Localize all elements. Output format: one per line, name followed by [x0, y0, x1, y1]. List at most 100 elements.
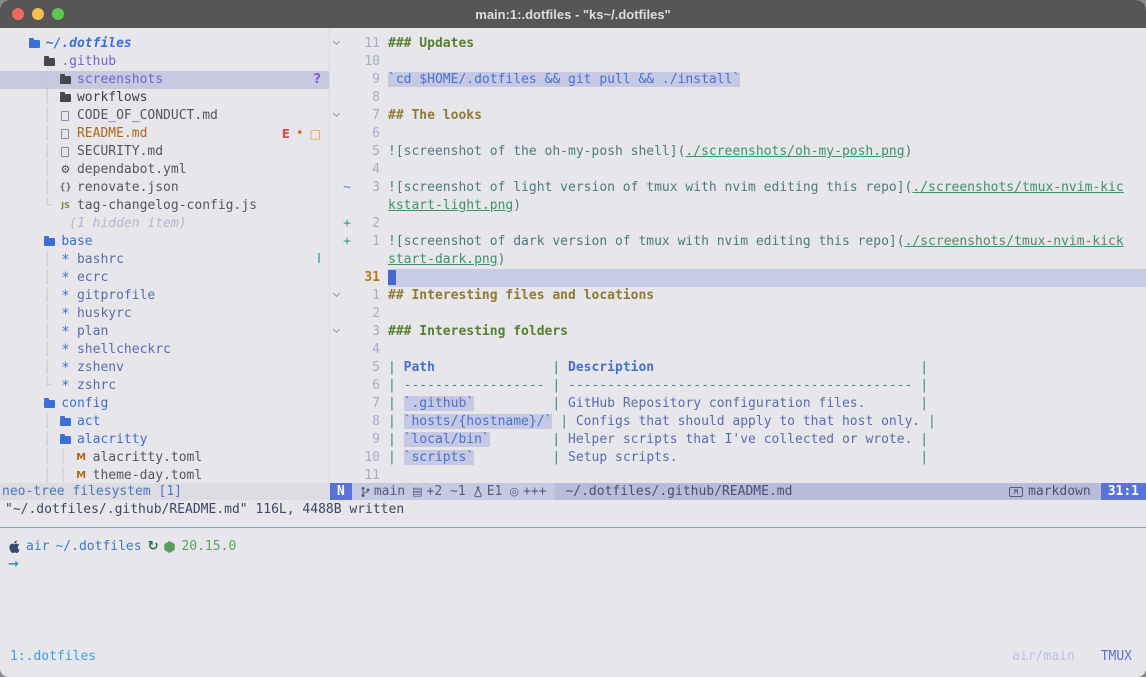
tree-item[interactable]: └ *zshrc — [0, 377, 329, 395]
nvim-panes: ~/.dotfiles .github │ screenshots? │ wor… — [0, 28, 1146, 483]
neo-tree-panel[interactable]: ~/.dotfiles .github │ screenshots? │ wor… — [0, 28, 330, 483]
line-number: 6 — [352, 125, 380, 143]
editor-line[interactable]: 11### Updates — [330, 35, 1146, 53]
target-icon: ◎ — [509, 485, 519, 498]
tree-item[interactable]: │ workflows — [0, 89, 329, 107]
editor-line[interactable]: +1![screenshot of dark version of tmux w… — [330, 233, 1146, 251]
tree-item[interactable]: │ *zshenv — [0, 359, 329, 377]
tree-item[interactable]: │ │ Malacritty.toml — [0, 449, 329, 467]
tree-item[interactable]: .github — [0, 53, 329, 71]
tmux-right-section: air/main TMUX — [1012, 649, 1132, 664]
folder-icon — [43, 400, 56, 408]
editor-line[interactable]: 3### Interesting folders — [330, 323, 1146, 341]
diff-sign — [342, 395, 352, 413]
markdown-icon: M — [1009, 487, 1023, 497]
indent-guide — [0, 215, 51, 233]
folder-icon — [43, 238, 56, 246]
indent-guide: │ — [0, 269, 59, 287]
line-number: 31 — [352, 269, 380, 287]
indent-guide: │ — [0, 89, 59, 107]
tmux-window-item[interactable]: 1:.dotfiles — [10, 649, 96, 664]
tree-item[interactable]: │ *gitprofile — [0, 287, 329, 305]
editor-line[interactable]: 31 — [330, 269, 1146, 287]
fold-column — [330, 53, 342, 71]
tree-item[interactable]: │ README.mdE•□ — [0, 125, 329, 143]
editor-line[interactable]: 1## Interesting files and locations — [330, 287, 1146, 305]
file-icon — [59, 129, 72, 139]
editor-line[interactable]: 8| `hosts/{hostname}/` | Configs that sh… — [330, 413, 1146, 431]
editor-line[interactable]: 10 — [330, 53, 1146, 71]
editor-pane[interactable]: 11### Updates109`cd $HOME/.dotfiles && g… — [330, 28, 1146, 483]
tree-item[interactable]: │ screenshots? — [0, 71, 329, 89]
line-text: | `.github` | GitHub Repository configur… — [388, 395, 1146, 413]
tree-item[interactable]: │ *ecrc — [0, 269, 329, 287]
tree-item[interactable]: └ JStag-changelog-config.js — [0, 197, 329, 215]
tree-item[interactable]: │ *shellcheckrc — [0, 341, 329, 359]
minimize-button[interactable] — [32, 8, 44, 20]
diff-sign — [342, 251, 352, 269]
tree-item[interactable]: │ SECURITY.md — [0, 143, 329, 161]
git-diff: ▤+2 ~1 — [412, 484, 466, 499]
diff-sign — [342, 125, 352, 143]
editor-line[interactable]: 4 — [330, 341, 1146, 359]
tree-item-badges: E•□ — [282, 125, 329, 143]
editor-line[interactable]: 4 — [330, 161, 1146, 179]
line-number — [352, 197, 380, 215]
toml-icon: M — [75, 467, 88, 483]
editor-line[interactable]: 9`cd $HOME/.dotfiles && git pull && ./in… — [330, 71, 1146, 89]
badge: ? — [313, 71, 321, 89]
line-number: 10 — [352, 449, 380, 467]
asterisk-icon: * — [59, 287, 72, 305]
indent-guide: │ — [0, 359, 59, 377]
tree-item[interactable]: │ *plan — [0, 323, 329, 341]
editor-line[interactable]: 11 — [330, 467, 1146, 483]
line-number: 1 — [352, 287, 380, 305]
tree-item[interactable]: │ act — [0, 413, 329, 431]
editor-line[interactable]: kstart-light.png) — [330, 197, 1146, 215]
zoom-button[interactable] — [52, 8, 64, 20]
diff-sign: ~ — [342, 179, 352, 197]
terminal-window: main:1:.dotfiles - "ks~/.dotfiles" ~/.do… — [0, 0, 1146, 677]
line-text: ## The looks — [388, 107, 1146, 125]
indent-guide: │ — [0, 161, 59, 179]
tree-item-label: renovate.json — [77, 179, 179, 197]
diff-sign — [342, 35, 352, 53]
tree-item[interactable]: base — [0, 233, 329, 251]
fold-column — [330, 89, 342, 107]
tree-item[interactable]: │ │ Mtheme-day.toml — [0, 467, 329, 483]
close-button[interactable] — [12, 8, 24, 20]
editor-line[interactable]: 9| `local/bin` | Helper scripts that I'v… — [330, 431, 1146, 449]
tree-item-label: theme-day.toml — [93, 467, 203, 483]
editor-line[interactable]: ~3![screenshot of light version of tmux … — [330, 179, 1146, 197]
shell-pane[interactable]: air ~/.dotfiles ↻ 20.15.0 → — [0, 527, 1146, 647]
editor-line[interactable]: start-dark.png) — [330, 251, 1146, 269]
tree-item-label: README.md — [77, 125, 147, 143]
tree-item[interactable]: │ alacritty — [0, 431, 329, 449]
editor-line[interactable]: 10| `scripts` | Setup scripts. | — [330, 449, 1146, 467]
tree-item[interactable]: │ *huskyrc — [0, 305, 329, 323]
prompt-arrow-icon: → — [8, 556, 19, 574]
indent-guide: │ — [0, 323, 59, 341]
editor-line[interactable]: +2 — [330, 215, 1146, 233]
editor-line[interactable]: 5![screenshot of the oh-my-posh shell](.… — [330, 143, 1146, 161]
editor-line[interactable]: 6 — [330, 125, 1146, 143]
tree-item[interactable]: │ {}renovate.json — [0, 179, 329, 197]
tree-item[interactable]: │ *bashrcI — [0, 251, 329, 269]
node-version: 20.15.0 — [181, 538, 236, 556]
fold-column — [330, 143, 342, 161]
tree-item[interactable]: config — [0, 395, 329, 413]
line-number: 11 — [352, 35, 380, 53]
editor-line[interactable]: 7| `.github` | GitHub Repository configu… — [330, 395, 1146, 413]
diff-sign: + — [342, 215, 352, 233]
indent-guide: │ — [0, 413, 59, 431]
editor-line[interactable]: 8 — [330, 89, 1146, 107]
tree-item[interactable]: ~/.dotfiles — [0, 35, 329, 53]
titlebar: main:1:.dotfiles - "ks~/.dotfiles" — [0, 0, 1146, 28]
editor-line[interactable]: 2 — [330, 305, 1146, 323]
editor-line[interactable]: 6| ------------------ | ----------------… — [330, 377, 1146, 395]
editor-line[interactable]: 5| Path | Description | — [330, 359, 1146, 377]
tree-item[interactable]: │ ⚙dependabot.yml — [0, 161, 329, 179]
tree-item[interactable]: (1 hidden item) — [0, 215, 329, 233]
editor-line[interactable]: 7## The looks — [330, 107, 1146, 125]
tree-item[interactable]: │ CODE_OF_CONDUCT.md — [0, 107, 329, 125]
